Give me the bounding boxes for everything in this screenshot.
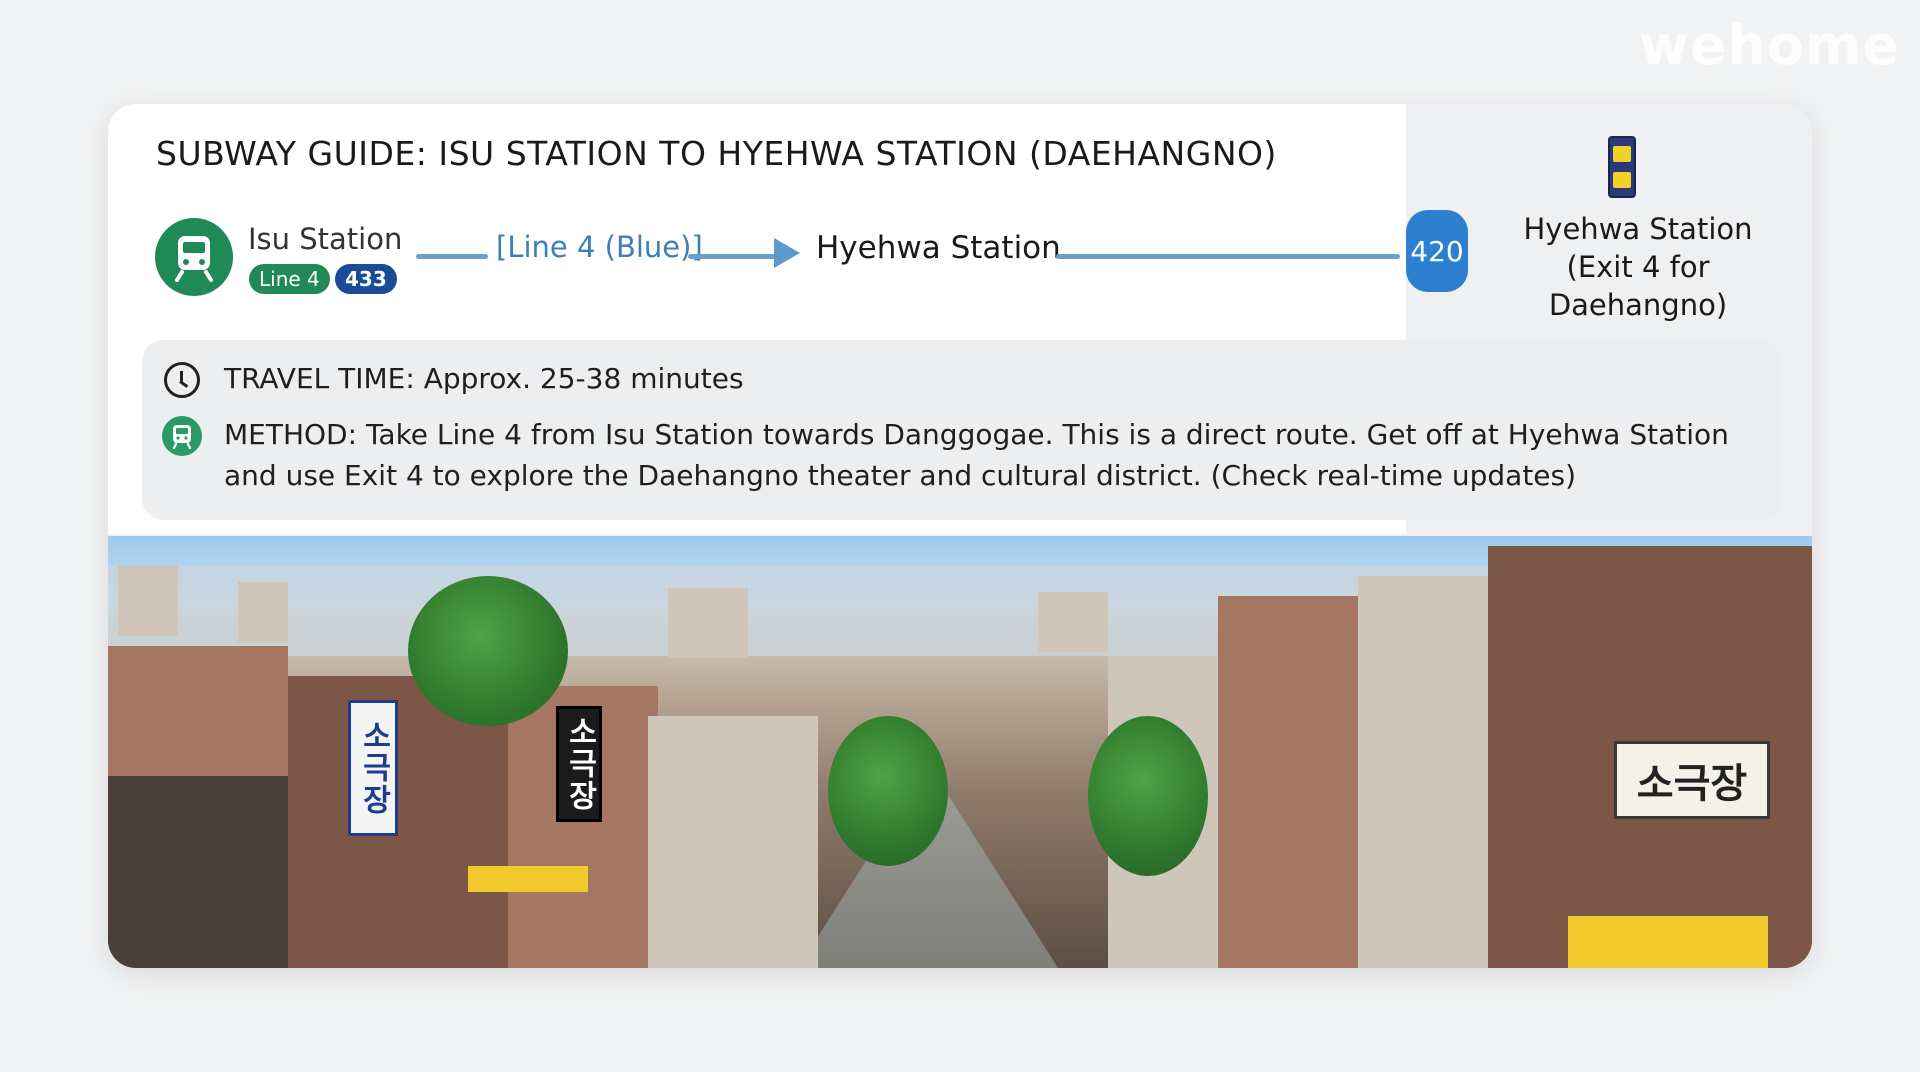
method-note: (Check real-time updates): [1210, 459, 1577, 492]
building: [238, 582, 288, 642]
building: [668, 588, 748, 658]
building: [118, 566, 178, 636]
travel-time-value: Approx. 25-38 minutes: [423, 362, 744, 395]
route-line-segment: [1056, 254, 1400, 259]
line-4-pill: Line 4: [249, 264, 330, 294]
route-arrow-icon: [774, 238, 800, 268]
theater-shop-sign: 소극장: [1614, 741, 1770, 819]
street-tree: [1088, 716, 1208, 876]
station-sign-icon: [1608, 136, 1636, 198]
clock-icon: [164, 362, 200, 398]
subway-method-icon: [162, 416, 202, 456]
travel-time-label: TRAVEL TIME:: [224, 362, 415, 395]
destination-station-label: Hyehwa Station: [816, 230, 1061, 266]
exit-number-note: (Exit 4 for Daehangno): [1548, 250, 1728, 322]
yellow-shop-sign: [1568, 916, 1768, 968]
building: [1358, 576, 1488, 968]
origin-station-name: Isu Station: [248, 222, 403, 256]
method-label: METHOD:: [224, 418, 358, 451]
building: [108, 646, 288, 796]
route-line-segment: [688, 254, 778, 259]
subway-train-icon: [155, 218, 233, 296]
route-line-segment: [416, 254, 488, 259]
theater-vertical-sign: 소극장: [556, 706, 602, 822]
building: [1218, 596, 1368, 968]
subway-guide-card: SUBWAY GUIDE: ISU STATION TO HYEHWA STAT…: [108, 104, 1812, 968]
watermark-logo: wehome: [1639, 14, 1900, 77]
building: [648, 716, 818, 968]
travel-time-row: TRAVEL TIME: Approx. 25-38 minutes: [224, 362, 744, 395]
method-row: METHOD: Take Line 4 from Isu Station tow…: [224, 414, 1774, 496]
theater-vertical-sign: 소극장: [348, 700, 398, 836]
street-tree: [408, 576, 568, 726]
route-line-label: [Line 4 (Blue)]: [496, 230, 703, 264]
street-tree: [828, 716, 948, 866]
exit-station-name: Hyehwa Station: [1523, 212, 1753, 246]
daehangno-street-photo: 소극장 소극장 소극장: [108, 536, 1812, 968]
shop-sign: [468, 866, 588, 892]
exit-info: Hyehwa Station (Exit 4 for Daehangno): [1478, 210, 1798, 324]
station-number-pill: 433: [335, 264, 397, 294]
guide-title: SUBWAY GUIDE: ISU STATION TO HYEHWA STAT…: [156, 134, 1277, 173]
building: [1038, 592, 1108, 652]
destination-station-badge: 420: [1406, 210, 1468, 292]
travel-info-panel: TRAVEL TIME: Approx. 25-38 minutes METHO…: [142, 340, 1782, 520]
